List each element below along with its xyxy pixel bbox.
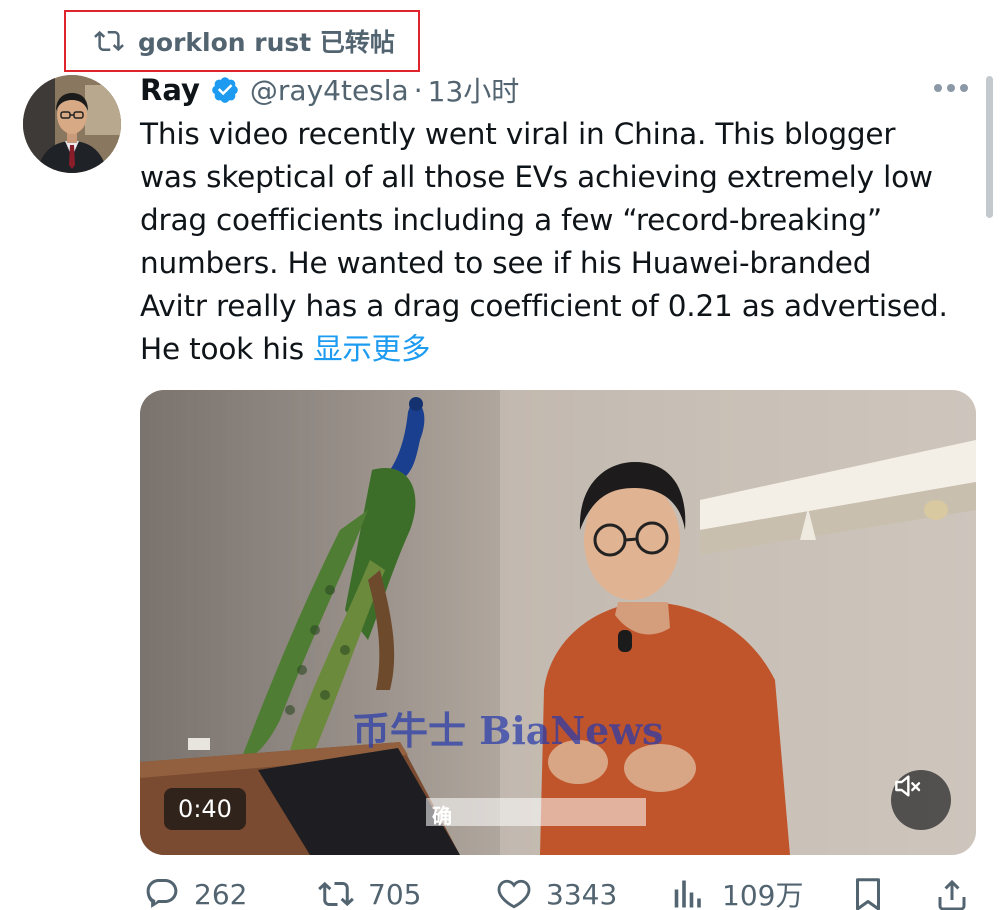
analytics-icon — [674, 880, 701, 908]
bookmark-icon — [856, 878, 880, 910]
tweet-line: Avitr really has a drag coefficient of 0… — [140, 289, 948, 323]
scrollbar[interactable] — [986, 76, 993, 218]
video-subtitle: 确 — [432, 804, 452, 828]
more-options-icon[interactable] — [934, 78, 974, 98]
reply-icon — [146, 879, 178, 908]
tweet-last-text: He took his — [140, 332, 314, 366]
repost-action-icon — [318, 881, 354, 907]
views-button[interactable]: 109万 — [672, 872, 803, 910]
video-watermark: 币牛士 BiaNews — [352, 708, 664, 753]
tweet-line: This video recently went viral in China.… — [140, 117, 896, 151]
tweet-header: Ray @ray4tesla · 13小时 — [140, 68, 519, 112]
tweet-line: numbers. He wanted to see if his Huawei-… — [140, 246, 872, 280]
mute-toggle-button[interactable] — [891, 770, 951, 830]
repost-indicator[interactable]: gorklon rust 已转帖 — [64, 10, 420, 72]
show-more-link[interactable]: 显示更多 — [313, 332, 430, 366]
tweet-line: drag coefficients including a few “recor… — [140, 203, 882, 237]
heart-icon — [497, 879, 531, 909]
tweet-line-last: He took his 显示更多 — [140, 328, 980, 371]
avatar-image — [23, 75, 121, 173]
view-count: 109万 — [722, 879, 804, 910]
video-frame — [140, 390, 976, 855]
verified-badge-icon — [212, 77, 238, 103]
tweet-text: This video recently went viral in China.… — [140, 113, 980, 371]
tweet-timestamp[interactable]: 13小时 — [428, 70, 520, 110]
tweet-line: was skeptical of all those EVs achieving… — [140, 160, 933, 194]
separator-dot: · — [413, 73, 423, 107]
share-button[interactable] — [934, 872, 970, 910]
avatar[interactable] — [23, 75, 121, 173]
repost-button[interactable]: 705 — [318, 872, 421, 910]
speaker-muted-icon — [895, 775, 921, 797]
author-name[interactable]: Ray — [140, 73, 200, 107]
reply-count: 262 — [194, 877, 248, 910]
action-bar: 262 705 3343 109万 — [140, 872, 980, 910]
like-button[interactable]: 3343 — [496, 872, 617, 910]
author-handle[interactable]: @ray4tesla — [250, 74, 409, 107]
repost-icon — [94, 30, 124, 52]
bookmark-button[interactable] — [850, 872, 886, 910]
repost-count: 705 — [368, 877, 422, 910]
reply-button[interactable]: 262 — [144, 872, 247, 910]
share-icon — [938, 879, 966, 910]
repost-text: gorklon rust 已转帖 — [138, 28, 395, 57]
video-duration: 0:40 — [164, 788, 246, 830]
like-count: 3343 — [546, 877, 618, 910]
video-player[interactable]: 币牛士 BiaNews 确 0:40 — [140, 390, 976, 855]
